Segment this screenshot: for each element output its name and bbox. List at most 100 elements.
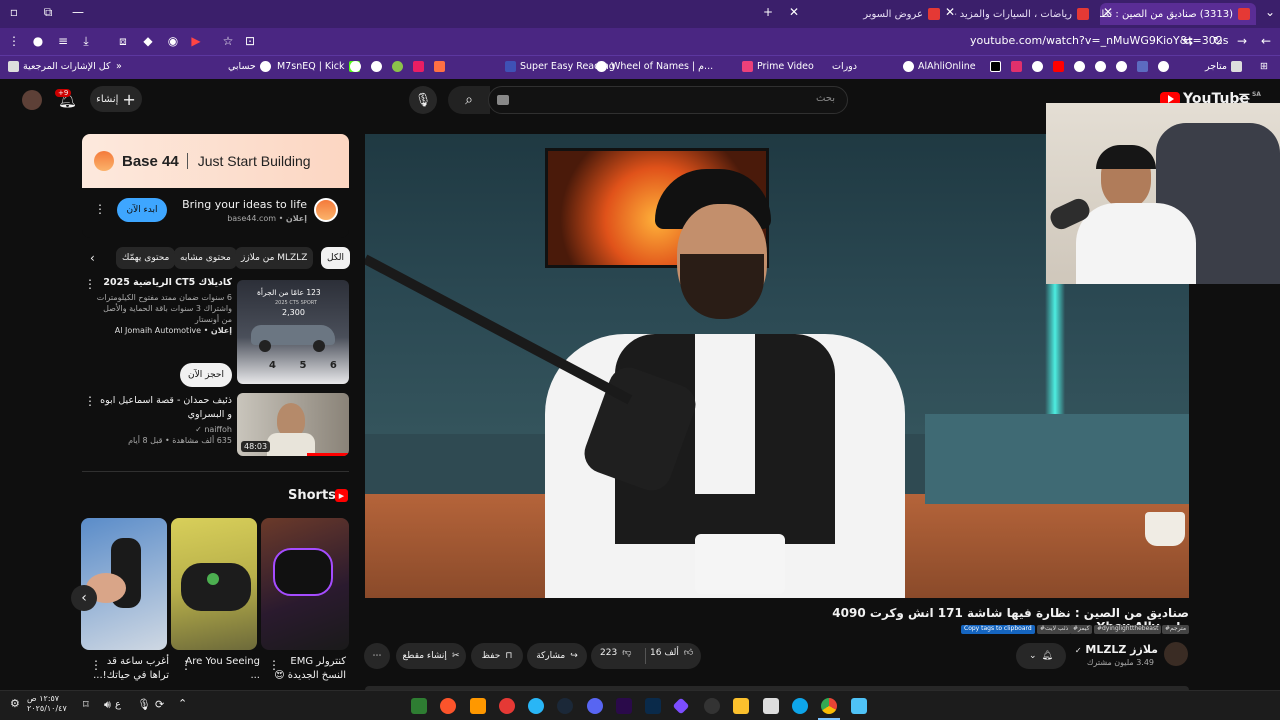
chrome-icon[interactable] — [821, 698, 837, 714]
search-input[interactable]: بحث — [488, 86, 848, 114]
chip-all[interactable]: الكل — [321, 247, 351, 269]
site-icon[interactable] — [1116, 61, 1127, 72]
hashtag[interactable]: #ذئب لايت — [1037, 625, 1072, 634]
ad-cta-button[interactable]: ابدء الآن — [117, 198, 167, 222]
menu-kebab-icon[interactable]: ⋮ — [6, 33, 22, 49]
hashtag[interactable]: #مترجم — [1162, 625, 1190, 634]
tab-sports[interactable]: رياضات ، السيارات والمزيد - .com — [955, 3, 1095, 25]
mic-tray-icon[interactable]: 🎙︎ — [137, 698, 151, 711]
site-icon[interactable] — [371, 61, 382, 72]
site-icon[interactable] — [1032, 61, 1043, 72]
tray-overflow-icon[interactable]: ⌃ — [178, 697, 187, 710]
telegram-icon[interactable] — [528, 698, 544, 714]
short-title[interactable]: Are You Seeing ... — [180, 655, 260, 683]
voice-search-button[interactable]: 🎙︎ — [409, 86, 437, 114]
subscribed-button[interactable]: ⌄ 🔔︎ — [1016, 643, 1066, 669]
app-icon[interactable] — [499, 698, 515, 714]
forward-icon[interactable]: → — [1234, 33, 1250, 49]
site-icon[interactable] — [434, 61, 445, 72]
site-icon[interactable] — [413, 61, 424, 72]
bookmark-prime[interactable]: Prime Video — [742, 61, 814, 72]
back-icon[interactable]: ← — [1258, 33, 1274, 49]
bookmark-all[interactable]: كل الإشارات المرجعية — [8, 61, 111, 72]
more-options-icon[interactable]: ⋮ — [90, 658, 102, 672]
tab-close-icon[interactable]: ✕ — [786, 4, 802, 20]
site-icon[interactable] — [1074, 61, 1085, 72]
restore-icon[interactable]: ⧉ — [40, 4, 56, 20]
site-icon[interactable] — [1158, 61, 1169, 72]
channel-avatar[interactable] — [1164, 642, 1188, 666]
site-icon[interactable] — [1095, 61, 1106, 72]
keyboard-icon[interactable] — [497, 95, 509, 105]
bookmark-courses[interactable]: دورات — [832, 61, 857, 72]
tab-offers[interactable]: عروض السوبر — [796, 3, 946, 25]
steam-icon[interactable] — [557, 698, 573, 714]
extension-icon[interactable]: ◆ — [140, 33, 156, 49]
video-details[interactable]: ذئيف حمدان - قصة اسماعيل ابوه و البسراوي… — [95, 394, 232, 446]
more-options-icon[interactable]: ⋮ — [268, 658, 280, 672]
chip-similar[interactable]: محتوى مشابه — [174, 247, 237, 269]
tab-search-icon[interactable]: ⌄ — [1262, 4, 1278, 20]
file-explorer-icon[interactable] — [733, 698, 749, 714]
premiere-icon[interactable] — [616, 698, 632, 714]
create-button[interactable]: إنشاء + — [90, 86, 142, 112]
hashtag[interactable]: #dyinglightthebeast — [1094, 625, 1162, 634]
more-options-icon[interactable]: ⋮ — [94, 202, 106, 216]
tab-youtube-active[interactable]: (3313) صناديق من الصين : نظارة — [1100, 3, 1256, 25]
more-options-icon[interactable]: ⋮ — [84, 394, 96, 408]
extensions-puzzle-icon[interactable]: ⧈ — [115, 33, 131, 49]
bookmark-stores[interactable]: متاجر — [1205, 61, 1246, 72]
more-actions-button[interactable]: ⋯ — [364, 643, 390, 669]
bookmark-account[interactable]: حسابي — [228, 61, 275, 72]
book-now-button[interactable]: احجز الآن — [180, 363, 232, 387]
youtube-icon[interactable] — [1053, 61, 1064, 72]
short-thumbnail[interactable] — [81, 518, 167, 650]
short-thumbnail[interactable] — [171, 518, 257, 650]
volume-icon[interactable]: 🔊︎ — [104, 698, 111, 712]
new-tab-icon[interactable]: + — [760, 4, 776, 20]
avatar[interactable] — [22, 90, 42, 110]
tab-close-icon[interactable]: ✕ — [942, 4, 958, 20]
brave-icon[interactable] — [440, 698, 456, 714]
chevron-left-icon[interactable]: ‹ — [90, 251, 95, 265]
site-icon[interactable] — [1137, 61, 1148, 72]
chip-from-channel[interactable]: من ملازز MLZLZ — [235, 247, 314, 269]
language-indicator[interactable]: ع — [115, 699, 121, 710]
windows-start-icon[interactable] — [851, 698, 867, 714]
discord-icon[interactable] — [587, 698, 603, 714]
ad-banner[interactable]: Base 44 Just Start Building — [82, 134, 349, 188]
dislike-button[interactable]: 223 👎︎ — [600, 648, 631, 658]
edge-icon[interactable] — [792, 698, 808, 714]
chevron-left-icon[interactable]: ‹ — [71, 585, 97, 611]
bookmark-star-icon[interactable]: ☆ — [220, 33, 236, 49]
site-icon[interactable] — [392, 61, 403, 72]
bookmark-wheel[interactable]: Wheel of Names | م... — [596, 61, 713, 72]
notification-icon[interactable]: ⌑ — [83, 698, 89, 711]
apps-grid-icon[interactable]: ⊞ — [1260, 61, 1268, 72]
site-settings-icon[interactable]: ⇆ — [1180, 33, 1196, 49]
extension-icon[interactable]: ◉ — [165, 33, 181, 49]
obs-icon[interactable] — [704, 698, 720, 714]
save-button[interactable]: حفظ ⊓ — [471, 643, 523, 669]
app-icon[interactable] — [672, 697, 690, 715]
settings-gear-icon[interactable]: ⚙ — [10, 697, 20, 710]
excel-icon[interactable] — [411, 698, 427, 714]
download-icon[interactable]: ⤓ — [78, 33, 94, 49]
more-options-icon[interactable]: ⋮ — [84, 277, 96, 291]
clock[interactable]: ١٢:٥٧ ص ٢٠٢٥/١٠/٤٧ — [27, 694, 67, 714]
minimize-icon[interactable]: ▫ — [6, 4, 22, 20]
network-icon[interactable]: ⟳ — [155, 698, 164, 711]
share-button[interactable]: مشاركة ↪ — [527, 643, 587, 669]
instagram-icon[interactable] — [1011, 61, 1022, 72]
chip-for-you[interactable]: محتوى يهمّك — [116, 247, 176, 269]
profile-icon[interactable]: ● — [30, 33, 46, 49]
search-button[interactable]: ⌕ — [448, 86, 490, 114]
extension-icon[interactable]: ≡ — [55, 33, 71, 49]
hashtag[interactable]: #كيمز — [1070, 625, 1093, 634]
copy-tags-button[interactable]: Copy tags to clipboard — [961, 625, 1035, 634]
youtube-extension-icon[interactable]: ▶ — [188, 33, 204, 49]
close-window-icon[interactable]: — — [70, 4, 86, 20]
photoshop-icon[interactable] — [645, 698, 661, 714]
tab-close-icon[interactable]: ✕ — [1100, 4, 1116, 20]
bookmarks-overflow[interactable]: » — [116, 61, 122, 72]
